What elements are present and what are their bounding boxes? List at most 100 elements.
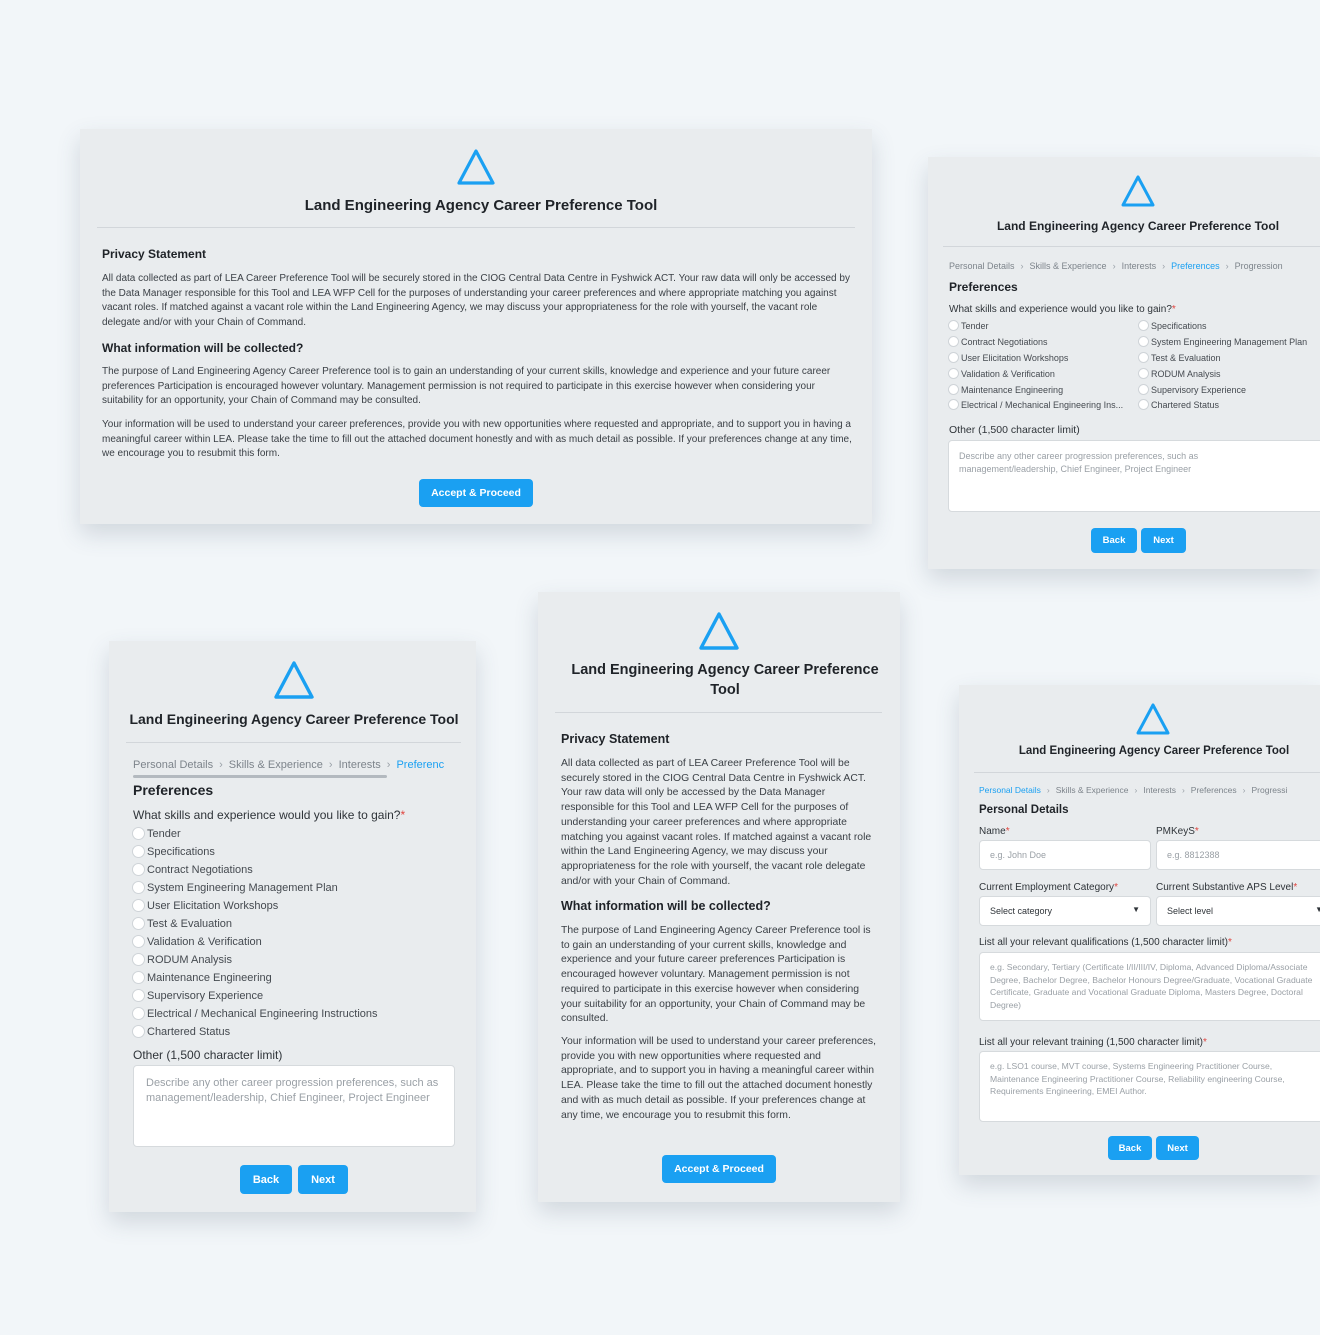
radio-button[interactable] <box>132 953 145 966</box>
radio-button[interactable] <box>132 989 145 1002</box>
breadcrumb-skills[interactable]: Skills & Experience <box>1030 261 1107 271</box>
radio-button[interactable] <box>1138 368 1149 379</box>
breadcrumb-interests[interactable]: Interests <box>339 759 381 771</box>
option-user-elicitation[interactable]: User Elicitation Workshops <box>948 352 1068 363</box>
radio-button[interactable] <box>132 1007 145 1020</box>
app-title: Land Engineering Agency Career Preferenc… <box>304 197 658 214</box>
option-test-evaluation[interactable]: Test & Evaluation <box>1138 352 1221 363</box>
radio-button[interactable] <box>948 352 959 363</box>
option-contract-negotiations[interactable]: Contract Negotiations <box>132 863 253 876</box>
option-specifications[interactable]: Specifications <box>1138 320 1207 331</box>
radio-button[interactable] <box>132 863 145 876</box>
option-rodum[interactable]: RODUM Analysis <box>132 953 232 966</box>
radio-button[interactable] <box>948 336 959 347</box>
privacy-body: All data collected as part of LEA Career… <box>102 273 850 329</box>
breadcrumb-personal[interactable]: Personal Details <box>949 261 1015 271</box>
next-button[interactable]: Next <box>1156 1136 1199 1160</box>
radio-button[interactable] <box>1138 399 1149 410</box>
breadcrumb-skills[interactable]: Skills & Experience <box>229 759 323 771</box>
collected-body-2: Your information will be used to underst… <box>102 419 852 460</box>
training-textarea[interactable]: e.g. LSO1 course, MVT course, Systems En… <box>979 1051 1320 1122</box>
radio-button[interactable] <box>1138 384 1149 395</box>
option-test-evaluation[interactable]: Test & Evaluation <box>132 917 232 930</box>
option-rodum[interactable]: RODUM Analysis <box>1138 368 1221 379</box>
option-electrical[interactable]: Electrical / Mechanical Engineering Ins.… <box>948 399 1123 410</box>
radio-button[interactable] <box>132 935 145 948</box>
breadcrumb-progression[interactable]: Progression <box>1235 261 1283 271</box>
other-textarea[interactable]: Describe any other career progression pr… <box>948 440 1320 512</box>
option-maintenance[interactable]: Maintenance Engineering <box>948 384 1063 395</box>
pmkeys-label: PMKeyS* <box>1156 826 1199 837</box>
privacy-card-narrow: Land Engineering Agency Career Preferenc… <box>538 592 900 1202</box>
radio-button[interactable] <box>948 368 959 379</box>
accept-proceed-button[interactable]: Accept & Proceed <box>419 479 533 507</box>
pmkeys-input[interactable]: e.g. 8812388 <box>1156 840 1320 870</box>
radio-button[interactable] <box>1138 336 1149 347</box>
radio-button[interactable] <box>132 827 145 840</box>
qualifications-textarea[interactable]: e.g. Secondary, Tertiary (Certificate I/… <box>979 952 1320 1021</box>
option-chartered[interactable]: Chartered Status <box>132 1025 230 1038</box>
privacy-card-wide: Land Engineering Agency Career Preferenc… <box>80 129 872 524</box>
radio-button[interactable] <box>132 917 145 930</box>
option-electrical[interactable]: Electrical / Mechanical Engineering Inst… <box>132 1007 378 1020</box>
breadcrumb-scrollbar[interactable] <box>133 775 387 778</box>
breadcrumb-interests[interactable]: Interests <box>1122 261 1157 271</box>
breadcrumb-preferences[interactable]: Preferences <box>1171 261 1220 271</box>
other-label: Other (1,500 character limit) <box>133 1048 283 1062</box>
option-contract-negotiations[interactable]: Contract Negotiations <box>948 336 1048 347</box>
radio-button[interactable] <box>132 881 145 894</box>
breadcrumb-preferences[interactable]: Preferences <box>1191 785 1237 795</box>
back-button[interactable]: Back <box>240 1165 292 1194</box>
back-button[interactable]: Back <box>1108 1136 1152 1160</box>
option-semp[interactable]: System Engineering Management Plan <box>1138 336 1307 347</box>
caret-down-icon: ▼ <box>1315 905 1320 914</box>
option-semp[interactable]: System Engineering Management Plan <box>132 881 338 894</box>
skills-question: What skills and experience would you lik… <box>133 808 406 822</box>
accept-proceed-button[interactable]: Accept & Proceed <box>662 1155 776 1183</box>
option-supervisory[interactable]: Supervisory Experience <box>132 989 263 1002</box>
triangle-logo-icon <box>274 661 314 699</box>
name-input[interactable]: e.g. John Doe <box>979 840 1151 870</box>
name-label: Name* <box>979 826 1010 837</box>
preferences-card-narrow: Land Engineering Agency Career Preferenc… <box>109 641 476 1212</box>
collected-body-2: Your information will be used to underst… <box>561 1036 876 1121</box>
option-user-elicitation[interactable]: User Elicitation Workshops <box>132 899 278 912</box>
divider <box>974 772 1320 773</box>
collected-heading: What information will be collected? <box>102 341 304 355</box>
other-textarea[interactable]: Describe any other career progression pr… <box>133 1065 455 1147</box>
back-button[interactable]: Back <box>1091 528 1137 553</box>
chevron-right-icon: › <box>1162 261 1166 271</box>
next-button[interactable]: Next <box>1141 528 1186 553</box>
breadcrumb-skills[interactable]: Skills & Experience <box>1056 785 1129 795</box>
radio-button[interactable] <box>1138 320 1149 331</box>
radio-button[interactable] <box>948 399 959 410</box>
radio-button[interactable] <box>948 320 959 331</box>
breadcrumb-personal[interactable]: Personal Details <box>133 759 213 771</box>
radio-button[interactable] <box>132 971 145 984</box>
breadcrumb-progression[interactable]: Progressi <box>1251 785 1287 795</box>
next-button[interactable]: Next <box>298 1165 348 1194</box>
breadcrumb-interests[interactable]: Interests <box>1143 785 1176 795</box>
category-label: Current Employment Category* <box>979 882 1118 893</box>
radio-button[interactable] <box>132 1025 145 1038</box>
option-maintenance[interactable]: Maintenance Engineering <box>132 971 272 984</box>
radio-button[interactable] <box>948 384 959 395</box>
option-specifications[interactable]: Specifications <box>132 845 215 858</box>
radio-button[interactable] <box>132 845 145 858</box>
option-validation[interactable]: Validation & Verification <box>132 935 262 948</box>
preferences-heading: Preferences <box>949 280 1018 294</box>
breadcrumb-personal[interactable]: Personal Details <box>979 785 1041 795</box>
privacy-heading: Privacy Statement <box>561 732 670 746</box>
personal-heading: Personal Details <box>979 804 1069 816</box>
option-validation[interactable]: Validation & Verification <box>948 368 1055 379</box>
aps-label: Current Substantive APS Level* <box>1156 882 1298 893</box>
aps-select[interactable]: Select level ▼ <box>1156 896 1320 926</box>
category-select[interactable]: Select category ▼ <box>979 896 1151 926</box>
option-supervisory[interactable]: Supervisory Experience <box>1138 384 1246 395</box>
option-tender[interactable]: Tender <box>132 827 181 840</box>
radio-button[interactable] <box>1138 352 1149 363</box>
breadcrumb-preferences[interactable]: Preferenc <box>396 759 444 771</box>
option-chartered[interactable]: Chartered Status <box>1138 399 1219 410</box>
radio-button[interactable] <box>132 899 145 912</box>
option-tender[interactable]: Tender <box>948 320 989 331</box>
